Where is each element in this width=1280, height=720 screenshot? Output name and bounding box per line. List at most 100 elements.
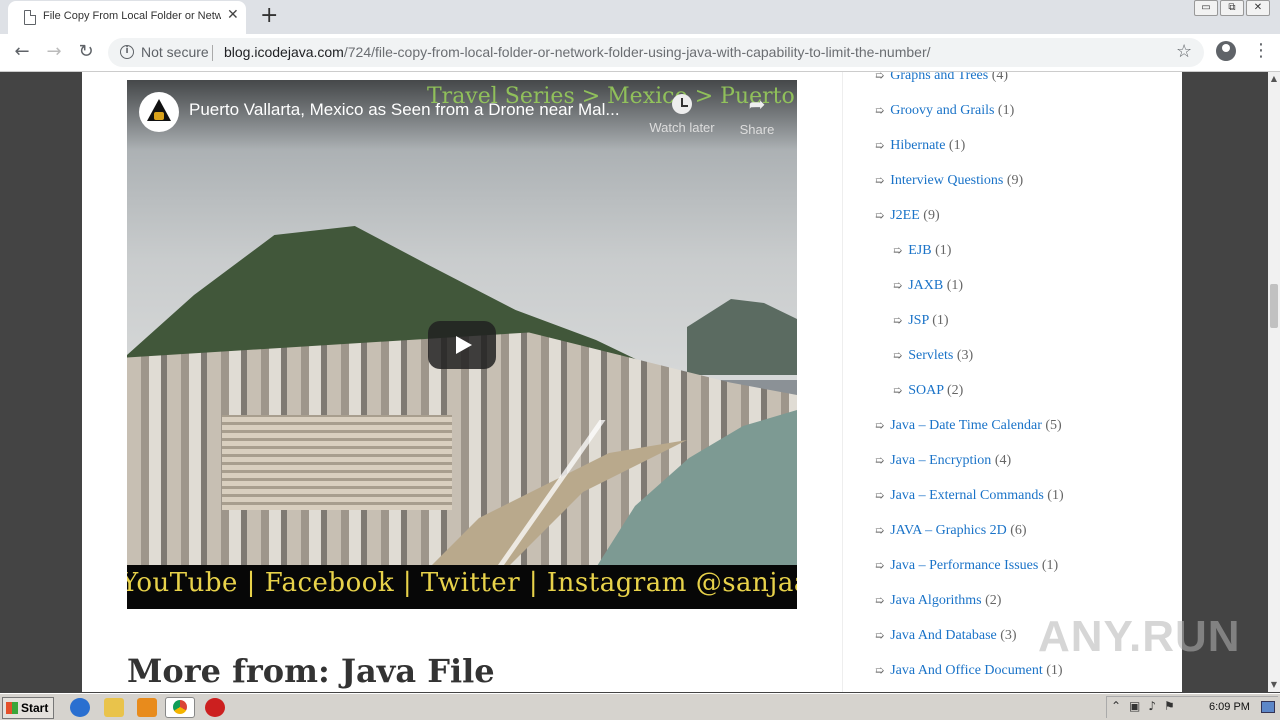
category-link[interactable]: Java And Office Document — [890, 663, 1043, 678]
banner-text: YouTube | Facebook | Twitter | Instagram… — [127, 568, 797, 598]
category-count: (1) — [935, 243, 952, 258]
category-item[interactable]: ➯ Java – Encryption (4) — [875, 453, 1011, 469]
category-link[interactable]: Java – External Commands — [890, 488, 1044, 503]
minimize-button[interactable]: ▭ — [1194, 0, 1218, 16]
category-link[interactable]: Java – Performance Issues — [890, 558, 1038, 573]
new-tab-button[interactable]: + — [260, 3, 278, 28]
category-link[interactable]: J2EE — [890, 208, 920, 223]
info-icon[interactable]: i — [120, 45, 134, 59]
category-link[interactable]: Groovy and Grails — [890, 103, 994, 118]
category-item[interactable]: ➯ Java And Database (3) — [875, 628, 1017, 644]
divider — [212, 45, 213, 61]
profile-icon[interactable] — [1216, 41, 1236, 61]
url-path: /724/file-copy-from-local-folder-or-netw… — [343, 44, 931, 60]
folder-icon[interactable] — [104, 698, 124, 717]
category-item[interactable]: ➯ Interview Questions (9) — [875, 173, 1023, 189]
arrow-icon: ➯ — [893, 280, 903, 292]
category-item[interactable]: ➯ JSP (1) — [893, 313, 949, 329]
security-label[interactable]: Not secure — [141, 44, 209, 60]
media-player-icon[interactable] — [137, 698, 157, 717]
category-count: (1) — [1041, 558, 1059, 573]
url-host: blog.icodejava.com — [224, 44, 344, 60]
browser-tab[interactable]: File Copy From Local Folder or Network ✕ — [8, 1, 246, 34]
show-desktop-icon[interactable] — [1261, 701, 1275, 713]
close-tab-icon[interactable]: ✕ — [227, 7, 239, 23]
tray-icons[interactable]: ⌃▣♪⚑ — [1111, 699, 1183, 713]
category-count: (9) — [923, 208, 940, 223]
restore-button[interactable]: ⧉ — [1220, 0, 1244, 16]
category-item[interactable]: ➯ Java Algorithms (2) — [875, 593, 1001, 609]
category-link[interactable]: Java And Database — [890, 628, 997, 643]
chrome-taskbar-icon[interactable] — [165, 697, 195, 718]
category-item[interactable]: ➯ Java – Performance Issues (1) — [875, 558, 1058, 574]
category-count: (3) — [1000, 628, 1017, 643]
category-count: (1) — [948, 138, 966, 153]
arrow-icon: ➯ — [875, 595, 885, 607]
browser-toolbar: ← → ↻ i Not secure blog.icodejava.com/72… — [0, 34, 1280, 72]
start-button[interactable]: Start — [2, 697, 54, 719]
arrow-icon: ➯ — [893, 315, 903, 327]
category-item[interactable]: ➯ Java – Date Time Calendar (5) — [875, 418, 1062, 434]
arrow-icon: ➯ — [875, 630, 885, 642]
url-text[interactable]: blog.icodejava.com/724/file-copy-from-lo… — [224, 44, 931, 60]
category-item[interactable]: ➯ Hibernate (1) — [875, 138, 965, 154]
category-count: (1) — [997, 103, 1015, 118]
arrow-icon: ➯ — [875, 665, 885, 677]
watch-later-button[interactable]: Watch later — [637, 90, 727, 135]
category-link[interactable]: JAXB — [908, 278, 943, 293]
back-icon[interactable]: ← — [10, 41, 34, 62]
video-player[interactable]: Travel Series > Mexico > Puerto Valla Pu… — [127, 80, 797, 609]
category-count: (4) — [991, 72, 1009, 83]
scroll-down-icon[interactable]: ▼ — [1268, 680, 1280, 692]
category-item[interactable]: ➯ Graphs and Trees (4) — [875, 72, 1008, 84]
scroll-up-icon[interactable]: ▲ — [1268, 74, 1280, 86]
anyrun-watermark: ANY.RUN — [1038, 612, 1241, 661]
address-bar[interactable]: i Not secure blog.icodejava.com/724/file… — [108, 38, 1204, 67]
category-link[interactable]: Java – Date Time Calendar — [890, 418, 1042, 433]
system-tray: ⌃▣♪⚑ 6:09 PM — [1106, 696, 1278, 718]
category-link[interactable]: Interview Questions — [890, 173, 1003, 188]
category-count: (3) — [956, 348, 974, 363]
category-link[interactable]: EJB — [908, 243, 931, 258]
arrow-icon: ➯ — [893, 385, 903, 397]
internet-explorer-icon[interactable] — [70, 698, 90, 717]
channel-logo[interactable] — [139, 92, 179, 132]
reload-icon[interactable]: ↻ — [74, 41, 98, 62]
category-link[interactable]: Java Algorithms — [890, 593, 981, 608]
category-item[interactable]: ➯ SOAP (2) — [893, 383, 963, 399]
stop-icon[interactable] — [205, 698, 225, 717]
category-link[interactable]: Java – Encryption — [890, 453, 991, 468]
play-button[interactable] — [428, 321, 496, 369]
windows-taskbar: Start ⌃▣♪⚑ 6:09 PM — [0, 693, 1280, 720]
category-item[interactable]: ➯ EJB (1) — [893, 243, 951, 259]
category-item[interactable]: ➯ J2EE (9) — [875, 208, 940, 224]
bookmark-star-icon[interactable]: ☆ — [1176, 41, 1192, 62]
close-window-button[interactable]: ✕ — [1246, 0, 1270, 16]
arrow-icon: ➯ — [875, 525, 885, 537]
category-item[interactable]: ➯ Servlets (3) — [893, 348, 973, 364]
scroll-thumb[interactable] — [1270, 284, 1278, 328]
video-title[interactable]: Puerto Vallarta, Mexico as Seen from a D… — [189, 100, 620, 120]
page-scrollbar[interactable]: ▲ ▼ — [1268, 72, 1280, 692]
category-link[interactable]: Graphs and Trees — [890, 72, 988, 83]
category-item[interactable]: ➯ Java And Office Document (1) — [875, 663, 1063, 679]
category-link[interactable]: SOAP — [908, 383, 943, 398]
menu-icon[interactable]: ⋮ — [1252, 40, 1270, 61]
clock-icon — [672, 94, 692, 114]
category-item[interactable]: ➯ JAXB (1) — [893, 278, 963, 294]
share-button[interactable]: ➦ Share — [727, 90, 787, 137]
more-from-heading: More from: Java File — [127, 652, 495, 690]
category-item[interactable]: ➯ Groovy and Grails (1) — [875, 103, 1014, 119]
category-item[interactable]: ➯ Java – External Commands (1) — [875, 488, 1064, 504]
category-count: (1) — [1046, 663, 1063, 678]
category-link[interactable]: Hibernate — [890, 138, 945, 153]
category-count: (1) — [932, 313, 949, 328]
category-link[interactable]: JAVA – Graphics 2D — [890, 523, 1007, 538]
tab-strip: File Copy From Local Folder or Network ✕… — [0, 0, 1280, 34]
category-link[interactable]: JSP — [908, 313, 929, 328]
taskbar-clock[interactable]: 6:09 PM — [1209, 701, 1250, 713]
forward-icon[interactable]: → — [42, 41, 66, 62]
watch-later-label: Watch later — [649, 120, 715, 135]
category-link[interactable]: Servlets — [908, 348, 953, 363]
category-item[interactable]: ➯ JAVA – Graphics 2D (6) — [875, 523, 1027, 539]
